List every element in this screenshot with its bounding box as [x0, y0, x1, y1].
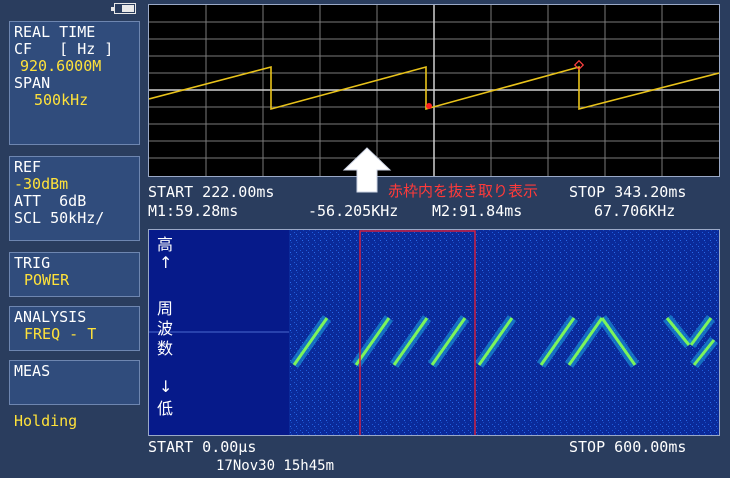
- marker2-time: M2:91.84ms: [432, 202, 523, 220]
- arrow-down-small-icon: ↓: [159, 377, 173, 396]
- upper-stop-label: STOP 343.20ms: [569, 183, 687, 201]
- cf-label: CF [ Hz ]: [14, 40, 114, 58]
- annotation-text: 赤枠内を抜き取り表示: [388, 182, 539, 200]
- y-axis-label-3: 数: [157, 339, 174, 358]
- upper-start-label: START 222.00ms: [148, 183, 275, 201]
- span-value: 500kHz: [34, 91, 89, 109]
- ref-value: -30dBm: [14, 175, 69, 193]
- spectrogram: 高 ↑ 周 波 数 ↓ 低: [148, 229, 720, 436]
- y-axis-high: 高: [157, 235, 174, 254]
- marker2-value: 67.706KHz: [594, 202, 676, 220]
- timestamp: 17Nov30 15h45m: [216, 458, 335, 474]
- trig-label: TRIG: [14, 254, 51, 272]
- mode-label: REAL TIME: [14, 23, 96, 41]
- marker-m1: [426, 103, 432, 109]
- y-axis-low: 低: [157, 399, 174, 418]
- y-axis-label-2: 波: [157, 319, 174, 338]
- freq-time-scope: [148, 4, 720, 177]
- analysis-value: FREQ - T: [24, 325, 97, 343]
- att-value: ATT 6dB: [14, 192, 87, 210]
- meas-panel[interactable]: MEAS: [9, 360, 140, 405]
- freq-time-plot: [149, 5, 719, 176]
- realtime-panel[interactable]: REAL TIME CF [ Hz ] 920.6000M SPAN 500kH…: [9, 21, 140, 145]
- cf-value: 920.6000M: [20, 57, 102, 75]
- lower-stop-label: STOP 600.00ms: [569, 438, 687, 456]
- meas-label: MEAS: [14, 362, 51, 380]
- ref-panel[interactable]: REF -30dBm ATT 6dB SCL 50kHz/: [9, 156, 140, 241]
- arrow-up-small-icon: ↑: [159, 253, 173, 272]
- trig-panel[interactable]: TRIG POWER: [9, 252, 140, 297]
- arrow-up-icon: [342, 147, 392, 193]
- y-axis-label-1: 周: [157, 299, 174, 318]
- analysis-panel[interactable]: ANALYSIS FREQ - T: [9, 306, 140, 351]
- span-label: SPAN: [14, 74, 51, 92]
- scl-value: SCL 50kHz/: [14, 209, 105, 227]
- analysis-label: ANALYSIS: [14, 308, 87, 326]
- status-text: Holding: [14, 412, 78, 430]
- spectrogram-plot: [149, 230, 719, 435]
- marker1-value: -56.205KHz: [308, 202, 399, 220]
- marker1-time: M1:59.28ms: [148, 202, 239, 220]
- lower-start-label: START 0.00µs: [148, 438, 257, 456]
- battery-icon: [111, 3, 136, 14]
- ref-label: REF: [14, 158, 42, 176]
- trig-value: POWER: [24, 271, 70, 289]
